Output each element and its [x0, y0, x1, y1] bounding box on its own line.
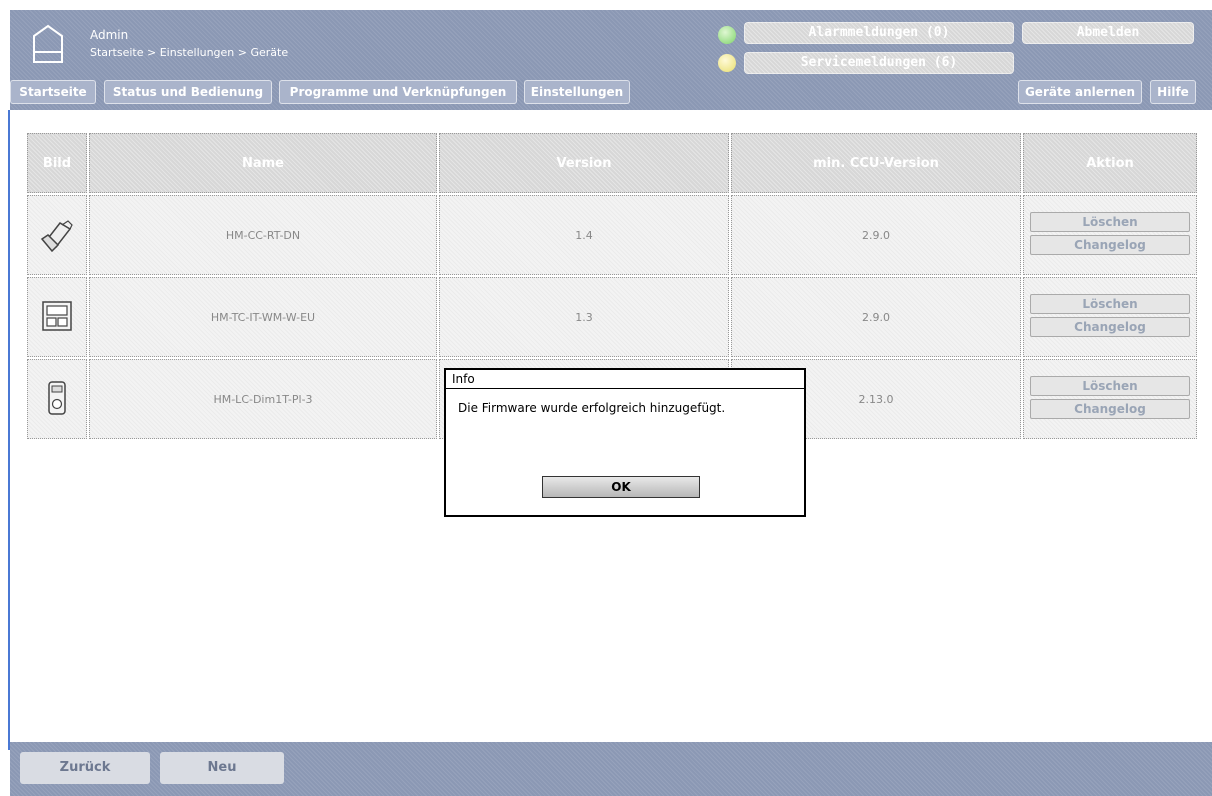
dialog-title: Info — [446, 370, 804, 389]
service-messages-button[interactable]: Servicemeldungen (6) — [744, 52, 1014, 74]
nav-einstellungen[interactable]: Einstellungen — [524, 80, 630, 104]
nav-programme-verknuepfungen[interactable]: Programme und Verknüpfungen — [279, 80, 517, 104]
device-image-cell — [27, 359, 87, 439]
header-bar: Admin Startseite > Einstellungen > Gerät… — [10, 10, 1212, 110]
ok-button[interactable]: OK — [542, 476, 700, 498]
device-name: HM-CC-RT-DN — [89, 195, 437, 275]
new-button[interactable]: Neu — [160, 752, 284, 784]
delete-button[interactable]: Löschen — [1030, 376, 1190, 396]
table-row: HM-TC-IT-WM-W-EU 1.3 2.9.0 Löschen Chang… — [27, 277, 1197, 357]
nav-status-bedienung[interactable]: Status und Bedienung — [104, 80, 272, 104]
delete-button[interactable]: Löschen — [1030, 212, 1190, 232]
col-header-version: Version — [439, 133, 729, 193]
delete-button[interactable]: Löschen — [1030, 294, 1190, 314]
changelog-button[interactable]: Changelog — [1030, 399, 1190, 419]
device-actions: Löschen Changelog — [1023, 359, 1197, 439]
house-logo-icon — [33, 24, 63, 63]
nav-startseite[interactable]: Startseite — [10, 80, 96, 104]
device-actions: Löschen Changelog — [1023, 277, 1197, 357]
info-dialog: Info Die Firmware wurde erfolgreich hinz… — [444, 368, 806, 517]
footer-bar: Zurück Neu — [10, 742, 1212, 796]
thermostat-valve-icon — [40, 219, 73, 252]
device-name: HM-LC-Dim1T-Pl-3 — [89, 359, 437, 439]
device-name: HM-TC-IT-WM-W-EU — [89, 277, 437, 357]
wall-thermostat-icon — [42, 300, 72, 331]
nav-geraete-anlernen[interactable]: Geräte anlernen — [1018, 80, 1142, 104]
left-frame — [0, 0, 10, 796]
back-button[interactable]: Zurück — [20, 752, 150, 784]
device-image-cell — [27, 195, 87, 275]
col-header-name: Name — [89, 133, 437, 193]
plug-dimmer-icon — [48, 380, 66, 415]
device-ccu-version: 2.9.0 — [731, 277, 1021, 357]
service-status-indicator — [718, 54, 736, 72]
changelog-button[interactable]: Changelog — [1030, 235, 1190, 255]
device-version: 1.3 — [439, 277, 729, 357]
col-header-bild: Bild — [27, 133, 87, 193]
changelog-button[interactable]: Changelog — [1030, 317, 1190, 337]
device-version: 1.4 — [439, 195, 729, 275]
col-header-ccu-version: min. CCU-Version — [731, 133, 1021, 193]
alarm-messages-button[interactable]: Alarmmeldungen (0) — [744, 22, 1014, 44]
device-ccu-version: 2.9.0 — [731, 195, 1021, 275]
dialog-message: Die Firmware wurde erfolgreich hinzugefü… — [458, 401, 726, 415]
alarm-status-indicator — [718, 26, 736, 44]
col-header-aktion: Aktion — [1023, 133, 1197, 193]
table-row: HM-CC-RT-DN 1.4 2.9.0 Löschen Changelog — [27, 195, 1197, 275]
device-actions: Löschen Changelog — [1023, 195, 1197, 275]
nav-hilfe[interactable]: Hilfe — [1150, 80, 1196, 104]
breadcrumb: Startseite > Einstellungen > Geräte — [90, 46, 289, 59]
user-name: Admin — [90, 28, 129, 42]
logout-button[interactable]: Abmelden — [1022, 22, 1194, 44]
device-image-cell — [27, 277, 87, 357]
